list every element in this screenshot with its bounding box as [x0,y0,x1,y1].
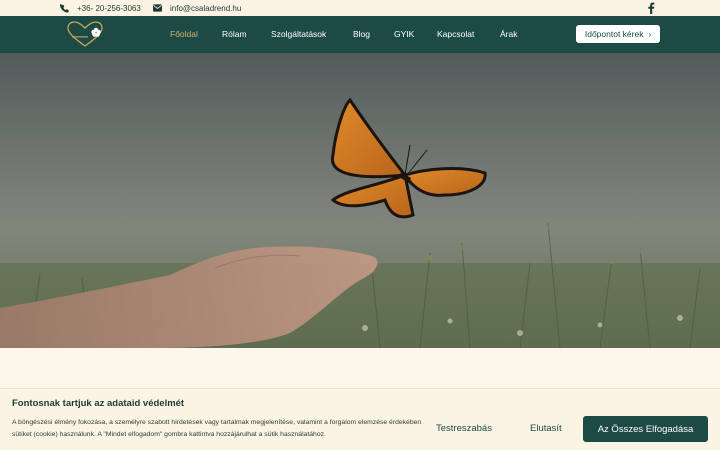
phone-link[interactable]: +36- 20-256-3063 [60,2,141,14]
nav-item-gyik[interactable]: GYIK [394,29,414,39]
reject-button[interactable]: Elutasít [530,423,562,434]
appointment-button[interactable]: Időpontot kérek › [576,25,660,43]
email-address: info@csaladrend.hu [170,3,242,13]
hero-image [0,53,720,348]
cookie-consent-banner: Fontosnak tartjuk az adataid védelmét A … [0,388,720,450]
cookie-description: A böngészési élmény fokozása, a személyr… [12,419,422,438]
appointment-button-label: Időpontot kérek [584,29,644,39]
chevron-right-icon: › [648,29,652,39]
hero-illustration [0,53,720,348]
accept-all-button[interactable]: Az Összes Elfogadása [583,416,708,442]
customize-button[interactable]: Testreszabás [436,423,492,434]
nav-item-rolam[interactable]: Rólam [222,29,247,39]
phone-icon [60,3,69,13]
main-navigation: Főoldal Rólam Szolgáltatások Blog GYIK K… [0,16,720,53]
nav-item-szolgaltatasok[interactable]: Szolgáltatások [271,29,326,39]
cookie-title: Fontosnak tartjuk az adataid védelmét [12,398,185,409]
envelope-icon [153,4,162,12]
facebook-icon[interactable] [646,2,656,14]
phone-number: +36- 20-256-3063 [77,3,141,13]
nav-item-kapcsolat[interactable]: Kapcsolat [437,29,474,39]
nav-item-arak[interactable]: Árak [500,29,517,39]
nav-item-fooldal[interactable]: Főoldal [170,29,198,39]
email-link[interactable]: info@csaladrend.hu [153,2,241,14]
content-area [0,348,720,388]
top-info-bar: +36- 20-256-3063 info@csaladrend.hu [0,0,720,16]
site-logo[interactable] [66,20,104,48]
nav-item-blog[interactable]: Blog [353,29,370,39]
